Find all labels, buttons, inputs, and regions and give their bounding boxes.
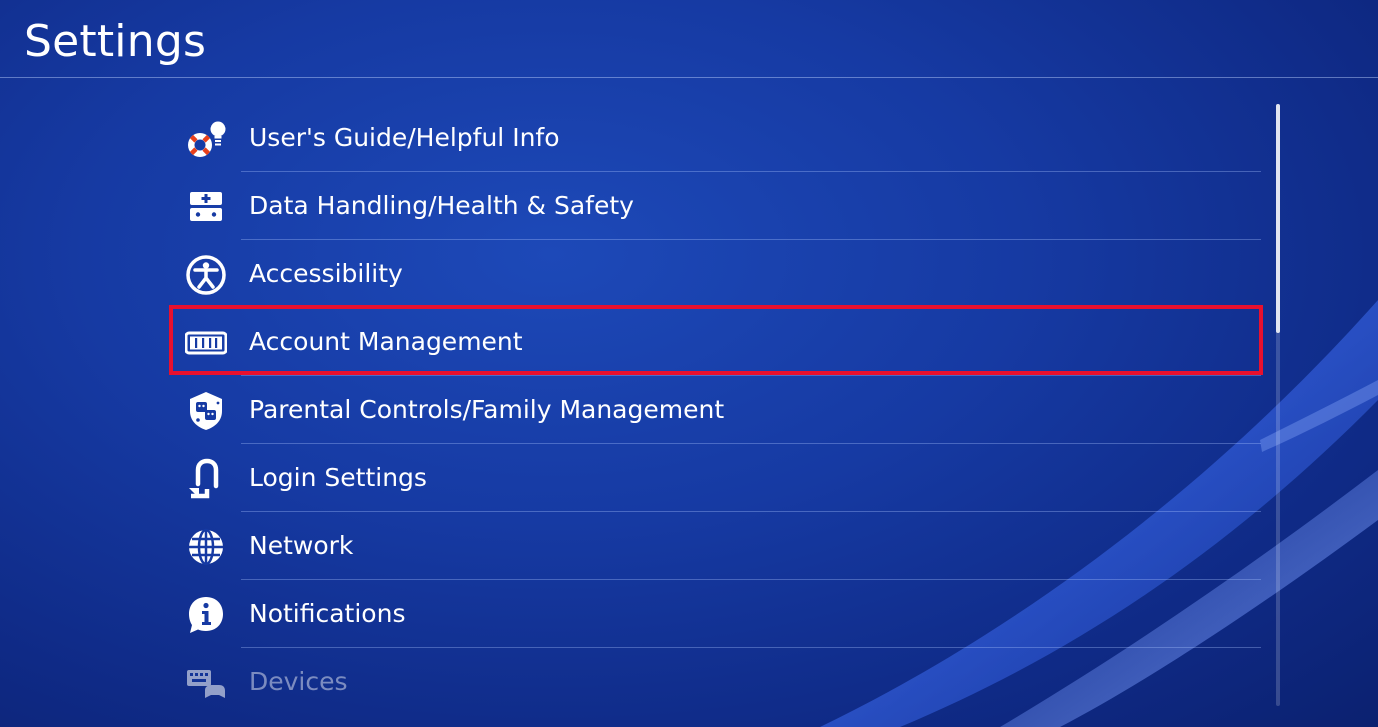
header: Settings [0, 0, 1378, 78]
selection-highlight [169, 305, 1263, 375]
login-arrow-icon [185, 458, 227, 500]
menu-item-label: User's Guide/Helpful Info [249, 123, 560, 152]
menu-item-label: Data Handling/Health & Safety [249, 191, 634, 220]
info-bubble-icon [185, 594, 227, 636]
menu-item-data-handling[interactable]: Data Handling/Health & Safety [175, 172, 1265, 240]
menu-item-network[interactable]: Network [175, 512, 1265, 580]
menu-item-label: Login Settings [249, 463, 427, 492]
globe-icon [185, 526, 227, 568]
family-shield-icon [185, 390, 227, 432]
header-divider [0, 77, 1378, 78]
menu-item-label: Accessibility [249, 259, 403, 288]
menu-item-label: Devices [249, 667, 348, 696]
menu-item-accessibility[interactable]: Accessibility [175, 240, 1265, 308]
menu-item-label: Notifications [249, 599, 406, 628]
keyboard-controller-icon [185, 662, 227, 704]
page-title: Settings [24, 16, 207, 67]
menu-item-notifications[interactable]: Notifications [175, 580, 1265, 648]
medical-kit-icon [185, 186, 227, 228]
menu-item-label: Parental Controls/Family Management [249, 395, 725, 424]
menu-item-devices[interactable]: Devices [175, 648, 1265, 716]
menu-item-login-settings[interactable]: Login Settings [175, 444, 1265, 512]
scrollbar[interactable] [1276, 104, 1280, 706]
settings-menu: User's Guide/Helpful Info Data Handling/… [175, 104, 1265, 716]
menu-item-label: Network [249, 531, 354, 560]
scrollbar-thumb[interactable] [1276, 104, 1280, 333]
menu-item-users-guide[interactable]: User's Guide/Helpful Info [175, 104, 1265, 172]
lifebuoy-lightbulb-icon [185, 118, 227, 160]
menu-item-parental-controls[interactable]: Parental Controls/Family Management [175, 376, 1265, 444]
accessibility-icon [185, 254, 227, 296]
